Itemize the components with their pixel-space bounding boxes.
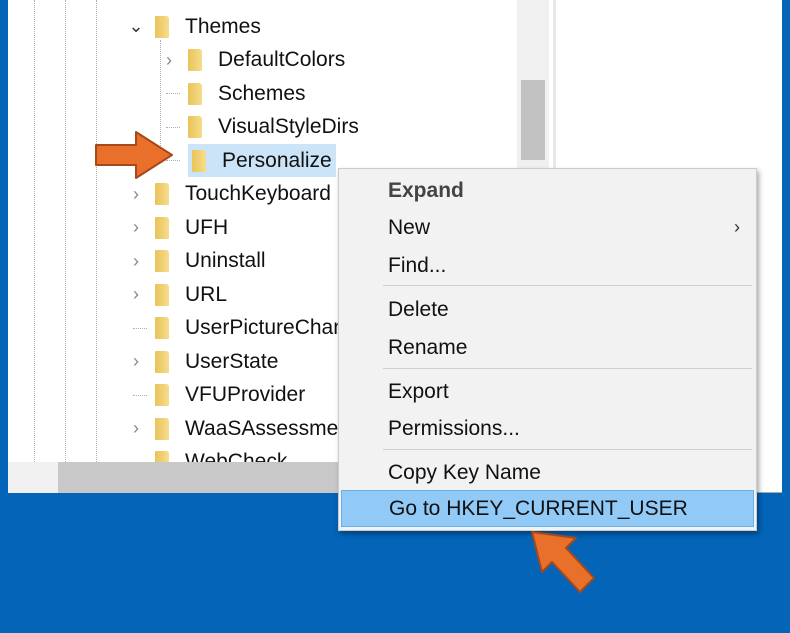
menu-item-permissions[interactable]: Permissions... [341, 410, 754, 447]
chevron-right-icon[interactable]: › [158, 50, 180, 71]
tree-item[interactable]: Schemes [158, 77, 306, 110]
tree-item[interactable]: Personalize [158, 144, 336, 177]
folder-icon [188, 49, 202, 71]
menu-separator [383, 368, 752, 369]
menu-item-label: Delete [388, 297, 449, 321]
tree-item[interactable]: UserPictureChange [125, 312, 368, 345]
menu-item-go-to-hkcu[interactable]: Go to HKEY_CURRENT_USER [341, 490, 754, 527]
tree-item[interactable]: › DefaultColors [158, 44, 345, 77]
folder-icon [155, 250, 169, 272]
menu-item-copy-key-name[interactable]: Copy Key Name [341, 454, 754, 491]
chevron-right-icon[interactable]: › [125, 251, 147, 272]
tree-item[interactable]: VFUProvider [125, 379, 305, 412]
menu-item-find[interactable]: Find... [341, 247, 754, 284]
tree-connector [133, 394, 147, 396]
pointer-arrow-up-left-icon [531, 531, 595, 593]
tree-item-label: VisualStyleDirs [218, 115, 359, 138]
chevron-right-icon[interactable]: › [125, 217, 147, 238]
tree-item[interactable]: › WaaSAssessment [125, 412, 356, 445]
menu-separator [383, 449, 752, 450]
selected-item-highlight: Personalize [188, 144, 336, 177]
tree-item-label: WebCheck [185, 450, 288, 462]
chevron-right-icon[interactable]: › [125, 418, 147, 439]
tree-item-label: UFH [185, 215, 229, 239]
tree-item[interactable]: › UFH [125, 211, 228, 244]
tree-item-label: Schemes [218, 81, 306, 105]
tree-item-label: Themes [185, 14, 261, 38]
tree-item-label: DefaultColors [218, 48, 346, 71]
menu-separator [383, 285, 752, 286]
tree-item[interactable]: › Uninstall [125, 245, 266, 278]
menu-item-label: Expand [388, 178, 464, 202]
folder-icon [155, 317, 169, 339]
context-menu: Expand New › Find... Delete Rename Export… [338, 168, 757, 531]
menu-item-label: Rename [388, 335, 468, 359]
tree-item[interactable]: › URL [125, 278, 227, 311]
tree-item-label: TouchKeyboard [185, 182, 331, 205]
folder-icon [188, 82, 202, 105]
menu-item-export[interactable]: Export [341, 373, 754, 410]
chevron-right-icon[interactable]: › [125, 284, 147, 305]
tree-connector [166, 93, 180, 94]
folder-icon [155, 451, 169, 462]
folder-icon [155, 350, 169, 373]
chevron-down-icon[interactable]: ⌄ [125, 16, 147, 37]
menu-item-label: Permissions... [388, 416, 520, 440]
folder-icon [192, 149, 206, 172]
folder-icon [188, 116, 202, 138]
menu-item-delete[interactable]: Delete [341, 291, 754, 328]
folder-icon [155, 417, 169, 440]
submenu-chevron-icon: › [734, 217, 740, 237]
tree-guide-line [65, 0, 66, 462]
menu-item-new[interactable]: New › [341, 209, 754, 246]
tree-item-label: Uninstall [185, 249, 266, 272]
menu-item-rename[interactable]: Rename [341, 329, 754, 366]
folder-icon [155, 15, 169, 38]
menu-item-label: Go to HKEY_CURRENT_USER [389, 496, 688, 520]
tree-item[interactable]: › UserState [125, 345, 278, 378]
tree-item[interactable]: WebCheck [125, 446, 288, 462]
tree-item-label: Personalize [222, 148, 332, 172]
menu-item-label: Export [388, 379, 449, 403]
menu-item-label: New [388, 215, 431, 239]
folder-icon [155, 183, 169, 205]
tree-guide-line [96, 0, 97, 462]
menu-item-expand[interactable]: Expand [341, 172, 754, 209]
folder-icon [155, 216, 169, 239]
vertical-scroll-thumb[interactable] [521, 80, 545, 160]
tree-item[interactable]: ⌄ Themes [125, 10, 261, 43]
folder-icon [155, 384, 169, 406]
tree-item[interactable]: › TouchKeyboard [125, 178, 331, 211]
tree-connector [133, 327, 147, 329]
tree-item-label: WaaSAssessment [185, 416, 356, 440]
tree-item-label: VFUProvider [185, 383, 306, 406]
tree-item-label: UserState [185, 349, 279, 373]
chevron-right-icon[interactable]: › [125, 184, 147, 205]
chevron-right-icon[interactable]: › [125, 351, 147, 372]
tree-item[interactable]: VisualStyleDirs [158, 111, 359, 144]
tree-item-label: URL [185, 282, 228, 306]
menu-item-label: Copy Key Name [388, 460, 541, 484]
menu-item-label: Find... [388, 253, 447, 277]
pointer-arrow-right-icon [95, 131, 173, 179]
folder-icon [155, 283, 169, 306]
tree-guide-line [34, 0, 35, 462]
